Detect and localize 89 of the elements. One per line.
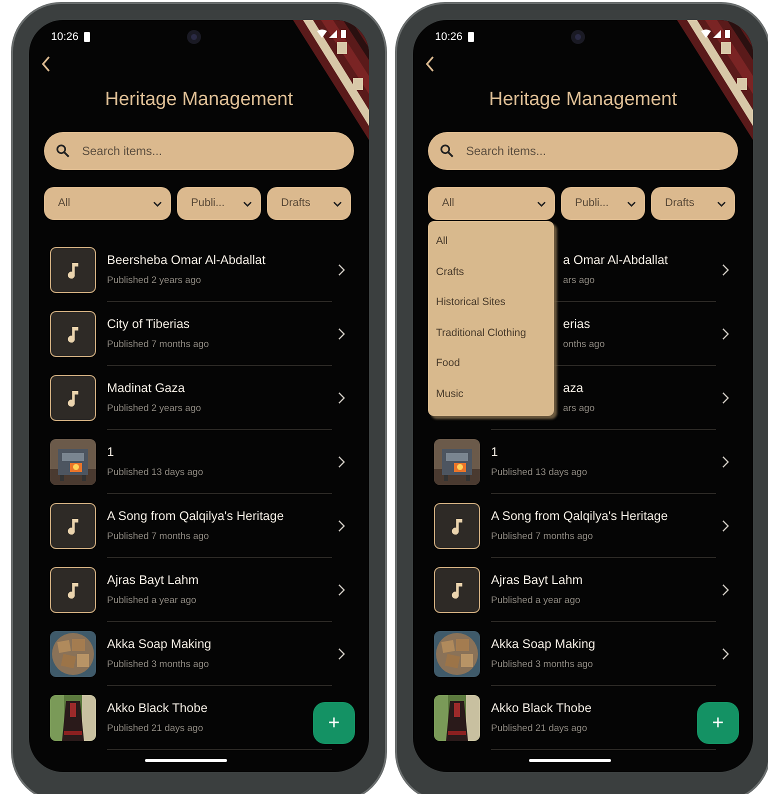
item-title: Beersheba Omar Al-Abdallat xyxy=(107,252,266,269)
filter-dropdown[interactable]: Publi... xyxy=(177,187,261,220)
page-title: Heritage Management xyxy=(489,88,677,112)
chevron-right-icon[interactable] xyxy=(338,648,345,660)
item-subtitle: Published 21 days ago xyxy=(491,722,588,736)
status-time: 10:26 xyxy=(51,30,79,45)
item-subtitle: Published 2 years ago xyxy=(107,402,202,416)
dropdown-option[interactable]: Crafts xyxy=(428,258,554,288)
chevron-down-icon xyxy=(537,200,546,206)
add-button[interactable]: + xyxy=(313,702,355,744)
chevron-down-icon xyxy=(243,200,252,206)
filter-dropdown[interactable]: Drafts xyxy=(651,187,735,220)
item-title: City of Tiberias xyxy=(107,316,191,333)
status-icons xyxy=(701,29,731,39)
status-icons xyxy=(317,29,347,39)
item-title: Akko Black Thobe xyxy=(107,700,209,717)
item-title: 1 xyxy=(107,444,115,461)
back-icon[interactable] xyxy=(425,56,435,72)
filter-dropdown[interactable]: Publi... xyxy=(561,187,645,220)
item-subtitle: Published 7 months ago xyxy=(107,530,210,544)
dropdown-option[interactable]: Music xyxy=(428,380,554,410)
item-subtitle: Published 3 months ago xyxy=(107,658,210,672)
item-subtitle: Published 7 months ago xyxy=(107,338,210,352)
chevron-down-icon xyxy=(627,200,636,206)
chevron-right-icon[interactable] xyxy=(722,456,729,468)
music-note-icon xyxy=(450,517,464,535)
chevron-right-icon[interactable] xyxy=(722,648,729,660)
item-subtitle: Published a year ago xyxy=(107,594,198,608)
add-button[interactable]: + xyxy=(697,702,739,744)
camera-icon xyxy=(187,30,201,44)
chevron-right-icon[interactable] xyxy=(722,520,729,532)
music-note-icon xyxy=(66,517,80,535)
item-title: A Song from Qalqilya's Heritage xyxy=(107,508,285,525)
item-subtitle: Published a year ago xyxy=(491,594,582,608)
item-title: Akka Soap Making xyxy=(491,636,596,653)
chevron-down-icon xyxy=(717,200,726,206)
chevron-right-icon[interactable] xyxy=(338,264,345,276)
item-subtitle: onths ago xyxy=(563,338,606,352)
item-title: a Omar Al-Abdallat xyxy=(563,252,669,269)
item-title: 1 xyxy=(491,444,499,461)
item-subtitle: Published 3 months ago xyxy=(491,658,594,672)
filter-dropdown[interactable]: Drafts xyxy=(267,187,351,220)
chevron-right-icon[interactable] xyxy=(338,584,345,596)
dropdown-option[interactable]: Food xyxy=(428,349,554,380)
search-icon xyxy=(440,144,454,158)
search-field[interactable]: Search items... xyxy=(428,132,738,170)
chevron-right-icon[interactable] xyxy=(338,328,345,340)
chevron-right-icon[interactable] xyxy=(722,584,729,596)
chevron-right-icon[interactable] xyxy=(338,392,345,404)
item-title: Ajras Bayt Lahm xyxy=(107,572,200,589)
music-note-icon xyxy=(66,325,80,343)
status-time: 10:26 xyxy=(435,30,463,45)
item-title: aza xyxy=(563,380,584,397)
chevron-right-icon[interactable] xyxy=(722,392,729,404)
item-subtitle: Published 13 days ago xyxy=(107,466,204,480)
sim-icon xyxy=(84,32,90,42)
item-title: Madinat Gaza xyxy=(107,380,186,397)
dropdown-option[interactable]: Historical Sites xyxy=(428,288,554,318)
page-title: Heritage Management xyxy=(105,88,293,112)
item-title: erias xyxy=(563,316,592,333)
dropdown-option[interactable]: Traditional Clothing xyxy=(428,318,554,349)
chevron-right-icon[interactable] xyxy=(338,456,345,468)
item-subtitle: Published 2 years ago xyxy=(107,274,202,288)
music-note-icon xyxy=(66,261,80,279)
item-title: Akka Soap Making xyxy=(107,636,212,653)
item-title: A Song from Qalqilya's Heritage xyxy=(491,508,669,525)
item-subtitle: ars ago xyxy=(563,402,596,416)
music-note-icon xyxy=(66,389,80,407)
chevron-right-icon[interactable] xyxy=(338,520,345,532)
item-title: Akko Black Thobe xyxy=(491,700,593,717)
item-subtitle: Published 13 days ago xyxy=(491,466,588,480)
music-note-icon xyxy=(66,581,80,599)
search-field[interactable]: Search items... xyxy=(44,132,354,170)
chevron-right-icon[interactable] xyxy=(722,328,729,340)
chevron-right-icon[interactable] xyxy=(722,264,729,276)
filter-dropdown[interactable]: All xyxy=(428,187,555,220)
item-subtitle: ars ago xyxy=(563,274,596,288)
music-note-icon xyxy=(450,581,464,599)
search-icon xyxy=(56,144,70,158)
sim-icon xyxy=(468,32,474,42)
item-subtitle: Published 21 days ago xyxy=(107,722,204,736)
dropdown-option[interactable]: All xyxy=(428,227,554,258)
chevron-down-icon xyxy=(153,200,162,206)
filter-dropdown[interactable]: All xyxy=(44,187,171,220)
camera-icon xyxy=(571,30,585,44)
chevron-down-icon xyxy=(333,200,342,206)
back-icon[interactable] xyxy=(41,56,51,72)
item-title: Ajras Bayt Lahm xyxy=(491,572,584,589)
item-subtitle: Published 7 months ago xyxy=(491,530,594,544)
